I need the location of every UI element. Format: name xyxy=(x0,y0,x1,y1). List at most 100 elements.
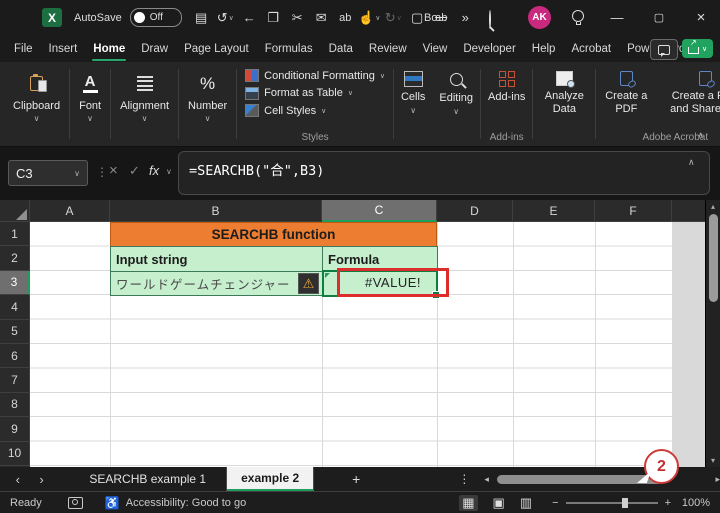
tab-draw[interactable]: Draw xyxy=(133,35,176,62)
font-group[interactable]: A Font ∨ xyxy=(70,62,110,146)
formula-bar-dots-icon[interactable]: ⋮ xyxy=(96,165,108,179)
row-header[interactable]: 4 xyxy=(0,295,30,320)
vertical-scrollbar[interactable]: ▴ ▾ xyxy=(705,200,720,467)
sheet-tab-searchb-example-1[interactable]: SEARCHB example 1 xyxy=(69,467,228,491)
account-avatar[interactable]: AK xyxy=(528,6,551,29)
worksheet-cells[interactable]: SEARCHB function Input string Formula ワー… xyxy=(30,222,705,467)
editing-button[interactable]: Editing ∨ xyxy=(432,62,480,146)
save-icon[interactable]: ▤ xyxy=(190,6,213,30)
conditional-formatting-button[interactable]: Conditional Formatting ∨ xyxy=(245,67,385,85)
back-icon[interactable]: ← xyxy=(238,6,261,30)
tab-help[interactable]: Help xyxy=(524,35,564,62)
search-icon[interactable] xyxy=(489,10,491,29)
column-header[interactable]: E xyxy=(513,200,595,222)
sheet-options-dots-icon[interactable]: ⋮ xyxy=(458,472,470,486)
insert-function-icon[interactable]: fx xyxy=(149,163,159,178)
row-header[interactable]: 1 xyxy=(0,222,30,247)
cell-styles-button[interactable]: Cell Styles ∨ xyxy=(245,102,385,120)
row-header[interactable]: 9 xyxy=(0,417,30,442)
cell-b3-input-value[interactable]: ワールドゲームチェンジャー xyxy=(110,271,323,296)
enter-icon[interactable]: ✓ xyxy=(129,163,140,179)
sheet-tab-example-2[interactable]: example 2 xyxy=(227,467,315,491)
column-header[interactable]: C xyxy=(322,200,437,222)
analyze-data-button[interactable]: Analyze Data xyxy=(533,62,595,116)
close-button[interactable]: × xyxy=(684,0,718,35)
row-header[interactable]: 5 xyxy=(0,319,30,344)
zoom-percentage[interactable]: 100% xyxy=(678,497,710,509)
scroll-down-icon[interactable]: ▾ xyxy=(711,454,715,467)
cut-icon[interactable]: ✂ xyxy=(286,6,309,30)
sheet-nav-left-icon[interactable]: ‹ xyxy=(6,472,30,487)
excel-app-icon[interactable]: X xyxy=(42,8,62,27)
tab-acrobat[interactable]: Acrobat xyxy=(563,35,619,62)
page-layout-view-icon[interactable]: ▣ xyxy=(493,495,505,511)
tab-home[interactable]: Home xyxy=(85,35,133,62)
tab-file[interactable]: File xyxy=(6,35,41,62)
zoom-slider[interactable] xyxy=(565,497,658,508)
alignment-group[interactable]: Alignment ∨ xyxy=(111,62,178,146)
macro-record-icon[interactable] xyxy=(67,496,83,509)
scroll-right-icon[interactable]: ▸ xyxy=(715,474,720,485)
sheet-nav-right-icon[interactable]: › xyxy=(30,472,54,487)
maximize-button[interactable]: ▢ xyxy=(642,0,676,35)
add-sheet-icon[interactable]: + xyxy=(352,471,360,487)
error-warning-icon[interactable]: ⚠ xyxy=(298,273,319,294)
share-button[interactable]: ∨ xyxy=(682,38,713,58)
tab-formulas[interactable]: Formulas xyxy=(257,35,321,62)
row-header[interactable]: 7 xyxy=(0,368,30,393)
mail-icon[interactable]: ✉ xyxy=(310,6,333,30)
redo-icon[interactable]: ↻ ∨ xyxy=(382,6,405,30)
addins-button[interactable]: Add-ins xyxy=(481,62,532,104)
cell-b1-title[interactable]: SEARCHB function xyxy=(110,222,437,247)
scroll-left-icon[interactable]: ◂ xyxy=(484,474,489,485)
number-group[interactable]: % Number ∨ xyxy=(179,62,236,146)
tab-page-layout[interactable]: Page Layout xyxy=(176,35,257,62)
tab-review[interactable]: Review xyxy=(361,35,415,62)
comments-button[interactable] xyxy=(650,39,678,60)
zoom-slider-thumb[interactable] xyxy=(621,497,628,508)
row-header[interactable]: 8 xyxy=(0,392,30,418)
format-as-table-button[interactable]: Format as Table ∨ xyxy=(245,85,385,103)
column-header[interactable]: A xyxy=(30,200,110,222)
zoom-out-icon[interactable]: − xyxy=(552,497,558,509)
cancel-icon[interactable]: × xyxy=(109,162,118,179)
tab-data[interactable]: Data xyxy=(321,35,361,62)
row-header[interactable]: 2 xyxy=(0,246,30,271)
autosave-toggle[interactable]: Off xyxy=(129,8,182,27)
column-header[interactable]: D xyxy=(437,200,513,222)
copy-icon[interactable]: ❐ xyxy=(262,6,285,30)
name-box[interactable]: C3 ∨ xyxy=(8,160,88,186)
zoom-in-icon[interactable]: + xyxy=(665,497,671,509)
lightbulb-icon[interactable] xyxy=(572,10,584,25)
cell-b2-input-header[interactable]: Input string xyxy=(110,246,323,272)
more-commands-icon[interactable]: » xyxy=(454,6,477,30)
accessibility-status[interactable]: Accessibility: Good to go xyxy=(126,497,246,509)
collapse-ribbon-icon[interactable]: ∧ xyxy=(697,130,704,141)
minimize-button[interactable]: — xyxy=(600,0,634,35)
pdf-icon xyxy=(619,71,633,86)
cells-button[interactable]: Cells ∨ xyxy=(394,62,432,146)
tab-developer[interactable]: Developer xyxy=(455,35,523,62)
column-header[interactable]: B xyxy=(110,200,322,222)
scroll-up-icon[interactable]: ▴ xyxy=(711,200,715,213)
clipboard-group[interactable]: Clipboard ∨ xyxy=(4,62,69,146)
undo-icon[interactable]: ↺ ∨ xyxy=(214,6,237,30)
vertical-scroll-thumb[interactable] xyxy=(708,214,718,302)
select-all-corner[interactable] xyxy=(0,200,30,222)
tab-insert[interactable]: Insert xyxy=(41,35,86,62)
page-break-view-icon[interactable]: ▥ xyxy=(520,495,532,511)
column-header[interactable]: F xyxy=(595,200,672,222)
collapse-formula-bar-icon[interactable]: ∧ xyxy=(688,157,695,168)
spelling-icon[interactable]: ab xyxy=(334,6,357,30)
tab-view[interactable]: View xyxy=(415,35,456,62)
formula-input[interactable]: =SEARCHB("合",B3) xyxy=(178,151,710,195)
touch-mode-icon[interactable]: ☝ ∨ xyxy=(358,6,381,30)
horizontal-scroll-thumb[interactable] xyxy=(496,474,663,484)
row-header[interactable]: 6 xyxy=(0,343,30,369)
create-pdf-button[interactable]: Create a PDF xyxy=(596,62,656,116)
normal-view-icon[interactable]: ▦ xyxy=(459,494,478,511)
create-pdf-share-button[interactable]: Create a PDF and Share link xyxy=(656,62,720,116)
row-header[interactable]: 3 xyxy=(0,270,30,296)
row-header[interactable]: 10 xyxy=(0,441,30,466)
chevron-down-icon[interactable]: ∨ xyxy=(166,167,172,176)
